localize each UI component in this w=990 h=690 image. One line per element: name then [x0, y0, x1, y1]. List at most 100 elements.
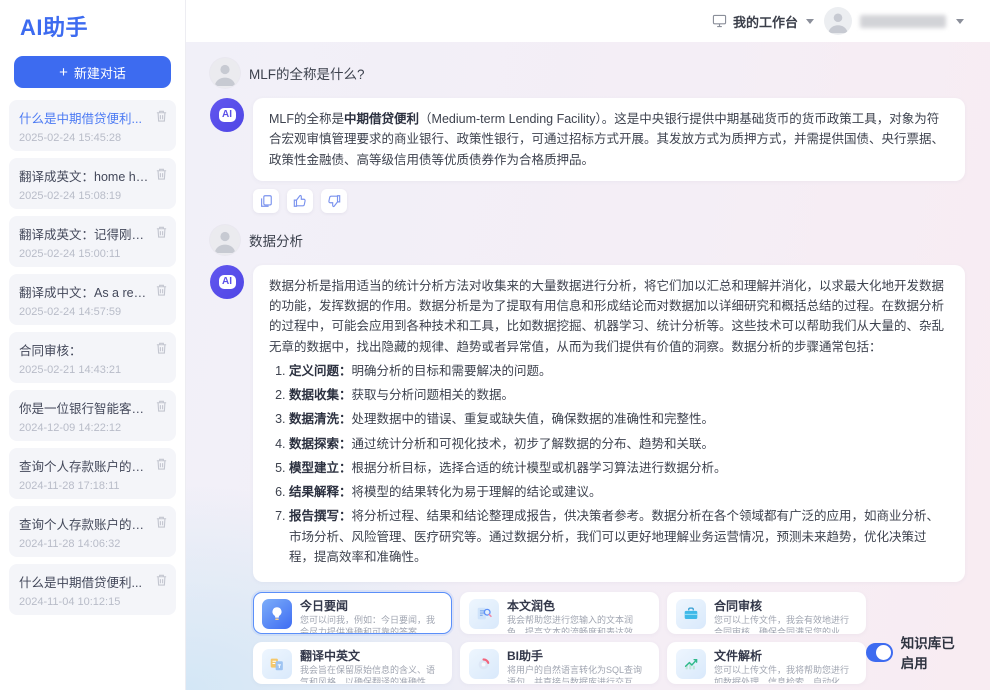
conversation-item[interactable]: 什么是中期借贷便利... 2024-11-04 10:12:15	[9, 564, 176, 615]
plus-icon: +	[59, 64, 68, 81]
app-window: AI助手 + 新建对话 什么是中期借贷便利...2025-02-24 15:45…	[0, 0, 990, 690]
conversation-item[interactable]: 查询个人存款账户的最新... 2024-11-28 14:06:32	[9, 506, 176, 557]
conversation-item[interactable]: 翻译成英文：home home2025-02-24 15:08:19	[9, 158, 176, 209]
ai-message-card: 数据分析是指用适当的统计分析方法对收集来的大量数据进行分析，将它们加以汇总和理解…	[253, 265, 965, 582]
analysis-step: 结果解释：将模型的结果转化为易于理解的结论或建议。	[289, 482, 949, 502]
ai-message: AI 数据分析是指用适当的统计分析方法对收集来的大量数据进行分析，将它们加以汇总…	[210, 265, 965, 582]
pie-chart-icon	[469, 649, 499, 679]
delete-conversation-icon[interactable]	[155, 457, 168, 471]
feature-zone: 今日要闻 您可以问我，例如：今日要闻，我会尽力提供准确和可靠的答案。 本文润色 …	[253, 592, 965, 690]
conversation-item[interactable]: 翻译成中文：As a reader...2025-02-24 14:57:59	[9, 274, 176, 325]
chevron-down-icon	[956, 19, 964, 24]
feature-card-bi-assistant[interactable]: BI助手 将用户的自然语言转化为SQL查询语句，并直接与数据库进行交互，返回智能…	[460, 642, 659, 684]
conversation-title: 合同审核：	[19, 340, 150, 359]
ai-text: MLF的全称是	[269, 112, 344, 126]
conversation-title: 查询个人存款账户的最新...	[19, 456, 150, 475]
analysis-step: 模型建立：根据分析目标，选择合适的统计模型或机器学习算法进行数据分析。	[289, 458, 949, 478]
feature-cards: 今日要闻 您可以问我，例如：今日要闻，我会尽力提供准确和可靠的答案。 本文润色 …	[253, 592, 866, 684]
new-chat-button[interactable]: + 新建对话	[14, 56, 171, 88]
feature-card-translate[interactable]: 翻译中英文 我会旨在保留原始信息的含义、语气和风格，以确保翻译的准确性和自然流畅…	[253, 642, 452, 684]
conversation-item[interactable]: 合同审核：2025-02-21 14:43:21	[9, 332, 176, 383]
feature-title: 翻译中英文	[300, 649, 443, 664]
conversation-time: 2024-11-28 17:18:11	[19, 480, 150, 492]
ai-text: 数据分析是指用适当的统计分析方法对收集来的大量数据进行分析，将它们加以汇总和理解…	[269, 279, 944, 354]
workspace-label: 我的工作台	[733, 12, 798, 31]
user-menu[interactable]	[824, 7, 964, 35]
thumbs-up-icon	[293, 194, 307, 208]
conversation-title: 什么是中期借贷便利...	[19, 572, 150, 591]
delete-conversation-icon[interactable]	[155, 573, 168, 587]
briefcase-icon	[676, 599, 706, 629]
feature-card-today-news[interactable]: 今日要闻 您可以问我，例如：今日要闻，我会尽力提供准确和可靠的答案。	[253, 592, 452, 634]
knowledge-base-toggle-group: 知识库已启用	[866, 632, 965, 672]
conversation-item[interactable]: 翻译成英文：记得刚开始... 2025-02-24 15:00:11	[9, 216, 176, 267]
conversation-title: 翻译成英文：home home	[19, 166, 150, 185]
main-panel: 我的工作台 MLF的全称是什么? AI	[186, 0, 990, 690]
conversation-list: 什么是中期借贷便利... 2025-02-24 15:45:28 翻译成英文：ho…	[0, 100, 185, 690]
new-chat-label: 新建对话	[74, 63, 126, 82]
chat-area: MLF的全称是什么? AI MLF的全称是中期借贷便利（Medium-term …	[186, 42, 990, 690]
knowledge-base-label: 知识库已启用	[901, 632, 961, 672]
user-avatar	[210, 225, 240, 255]
bulb-icon	[262, 599, 292, 629]
conversation-time: 2024-12-09 14:22:12	[19, 422, 150, 434]
feature-title: 合同审核	[714, 599, 857, 614]
delete-conversation-icon[interactable]	[155, 283, 168, 297]
conversation-item[interactable]: 查询个人存款账户的最新... 2024-11-28 17:18:11	[9, 448, 176, 499]
delete-conversation-icon[interactable]	[155, 399, 168, 413]
user-avatar	[824, 7, 852, 35]
thumbs-down-icon	[327, 194, 341, 208]
chart-up-icon	[676, 649, 706, 679]
copy-icon	[259, 194, 273, 208]
analysis-step: 数据收集：获取与分析问题相关的数据。	[289, 385, 949, 405]
ai-avatar: AI	[210, 265, 244, 299]
thumbs-down-button[interactable]	[321, 189, 347, 213]
delete-conversation-icon[interactable]	[155, 109, 168, 123]
delete-conversation-icon[interactable]	[155, 515, 168, 529]
conversation-title: 什么是中期借贷便利...	[19, 108, 150, 127]
topbar: 我的工作台	[186, 0, 990, 42]
conversation-title: 你是一位银行智能客服，...	[19, 398, 150, 417]
conversation-title: 查询个人存款账户的最新...	[19, 514, 150, 533]
feature-card-text-polish[interactable]: 本文润色 我会帮助您进行您输入的文本润色，提高文本的流畅度和表达效果。	[460, 592, 659, 634]
ai-message: AI MLF的全称是中期借贷便利（Medium-term Lending Fac…	[210, 98, 965, 181]
translate-icon	[262, 649, 292, 679]
feature-desc: 您可以上传文件，我会有效地进行合同审核，确保合同满足您的业务需求。	[714, 615, 857, 634]
user-name-redacted	[860, 15, 946, 28]
ai-avatar: AI	[210, 98, 244, 132]
user-message-text: 数据分析	[249, 230, 303, 250]
conversation-time: 2024-11-04 10:12:15	[19, 596, 150, 608]
feature-title: BI助手	[507, 649, 650, 664]
delete-conversation-icon[interactable]	[155, 167, 168, 181]
feature-desc: 我会帮助您进行您输入的文本润色，提高文本的流畅度和表达效果。	[507, 615, 650, 634]
user-message: MLF的全称是什么?	[210, 58, 965, 88]
conversation-title: 翻译成英文：记得刚开始...	[19, 224, 150, 243]
conversation-time: 2024-11-28 14:06:32	[19, 538, 150, 550]
feature-desc: 您可以问我，例如：今日要闻，我会尽力提供准确和可靠的答案。	[300, 615, 443, 634]
analysis-step: 报告撰写：将分析过程、结果和结论整理成报告，供决策者参考。数据分析在各个领域都有…	[289, 506, 949, 567]
analysis-step: 定义问题：明确分析的目标和需要解决的问题。	[289, 361, 949, 381]
conversation-time: 2025-02-24 15:45:28	[19, 132, 150, 144]
thumbs-up-button[interactable]	[287, 189, 313, 213]
feature-card-file-parse[interactable]: 文件解析 您可以上传文件，我将帮助您进行如数据处理、信息检索、自动化办公等。	[667, 642, 866, 684]
delete-conversation-icon[interactable]	[155, 225, 168, 239]
ai-text-bold: 中期借贷便利	[344, 112, 419, 126]
conversation-item[interactable]: 你是一位银行智能客服，... 2024-12-09 14:22:12	[9, 390, 176, 441]
delete-conversation-icon[interactable]	[155, 341, 168, 355]
conversation-time: 2025-02-24 15:00:11	[19, 248, 150, 260]
feature-desc: 我会旨在保留原始信息的含义、语气和风格，以确保翻译的准确性和自然流畅。	[300, 665, 443, 684]
monitor-icon	[712, 14, 727, 28]
feature-title: 文件解析	[714, 649, 857, 664]
user-avatar	[210, 58, 240, 88]
chevron-down-icon	[806, 19, 814, 24]
conversation-title: 翻译成中文：As a reader...	[19, 282, 150, 301]
polish-icon	[469, 599, 499, 629]
conversation-item[interactable]: 什么是中期借贷便利... 2025-02-24 15:45:28	[9, 100, 176, 151]
feature-card-contract-review[interactable]: 合同审核 您可以上传文件，我会有效地进行合同审核，确保合同满足您的业务需求。	[667, 592, 866, 634]
feature-desc: 您可以上传文件，我将帮助您进行如数据处理、信息检索、自动化办公等。	[714, 665, 857, 684]
workspace-menu[interactable]: 我的工作台	[712, 12, 814, 31]
knowledge-base-toggle[interactable]	[866, 643, 893, 662]
analysis-step: 数据清洗：处理数据中的错误、重复或缺失值，确保数据的准确性和完整性。	[289, 409, 949, 429]
analysis-steps-list: 定义问题：明确分析的目标和需要解决的问题。数据收集：获取与分析问题相关的数据。数…	[269, 361, 949, 567]
copy-button[interactable]	[253, 189, 279, 213]
